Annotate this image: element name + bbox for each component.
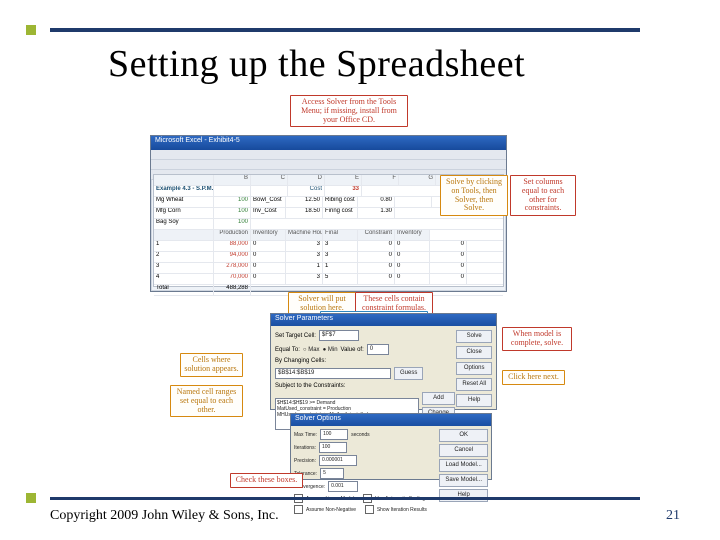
target-label: Set Target Cell: [275, 333, 316, 339]
precision-input[interactable]: 0.000001 [319, 455, 357, 466]
obj-label: Cost [288, 186, 325, 196]
options-body: Max Time:100seconds Iterations:100 Preci… [291, 426, 491, 479]
page-number: 21 [666, 508, 680, 524]
example-label: Example 4.3 - S.P.M. [154, 186, 214, 196]
options-button[interactable]: Options [456, 362, 492, 375]
row-section-hdr: Production Inventory Machine Hours Final… [154, 230, 503, 241]
cancel-button[interactable]: Cancel [439, 444, 488, 457]
max-time-label: Max Time: [294, 432, 317, 438]
accent-square-bottom [26, 493, 36, 503]
target-cell-input[interactable]: $F$7 [319, 330, 359, 341]
opts-help-button[interactable]: Help [439, 489, 488, 502]
slide: Setting up the Spreadsheet Access Solver… [0, 0, 720, 540]
excel-toolbar-1 [151, 160, 506, 170]
changing-label: By Changing Cells: [275, 358, 326, 364]
convergence-input[interactable]: 0.001 [328, 481, 358, 492]
callout-solution-cells: Cells where solution appears. [180, 353, 243, 377]
excel-menubar [151, 150, 506, 160]
value-of-label: Value of: [341, 347, 364, 353]
bottom-rule [50, 497, 640, 500]
max-time-input[interactable]: 100 [320, 429, 348, 440]
col-label: Production [214, 230, 251, 240]
changing-cells-input[interactable]: $B$14:$B$19 [275, 368, 391, 379]
cell: 18.50 [286, 208, 323, 218]
reset-button[interactable]: Reset All [456, 378, 492, 391]
precision-label: Precision: [294, 458, 316, 464]
callout-set-columns: Set columns equal to each other for cons… [510, 175, 576, 216]
row-label: Mg Wheat [154, 197, 214, 207]
excel-titlebar: Microsoft Excel - Exhibit4-5 [151, 136, 506, 150]
chk-nonneg[interactable] [294, 505, 303, 514]
radio-max[interactable]: ○ Max [303, 347, 320, 353]
col-label: Machine Hours [286, 230, 323, 240]
solve-button[interactable]: Solve [456, 330, 492, 343]
row-label: Mfg Corn [154, 208, 214, 218]
iterations-label: Iterations: [294, 445, 316, 451]
ok-button[interactable]: OK [439, 429, 488, 442]
obj-value: 33 [325, 186, 362, 196]
data-row: 1 88,000 0 3 3 0 0 0 [154, 241, 503, 252]
callout-model-complete: When model is complete, solve. [502, 327, 572, 351]
add-button[interactable]: Add [422, 392, 455, 405]
chk-iter[interactable] [365, 505, 374, 514]
row-label: Bag Soy [154, 219, 214, 229]
radio-min[interactable]: ● Min [323, 347, 338, 353]
callout-check-boxes: Check these boxes. [230, 473, 303, 488]
slide-title: Setting up the Spreadsheet [108, 42, 525, 86]
cell: 0.80 [358, 197, 395, 207]
callout-named-ranges: Named cell ranges set equal to each othe… [170, 385, 243, 417]
col-label: Inventory [251, 230, 286, 240]
cell: 1.30 [358, 208, 395, 218]
close-button[interactable]: Close [456, 346, 492, 359]
top-rule [50, 28, 640, 32]
total-label: Total [154, 285, 214, 295]
guess-button[interactable]: Guess [394, 367, 423, 380]
callout-click-next: Click here next. [502, 370, 565, 385]
callout-solve-steps: Solve by clicking on Tools, then Solver,… [440, 175, 508, 216]
col-label: Constraint [358, 230, 395, 240]
help-button[interactable]: Help [456, 394, 492, 407]
callout-access-solver: Access Solver from the Tools Menu; if mi… [290, 95, 408, 127]
cell: 12.50 [286, 197, 323, 207]
value-of-input[interactable]: 0 [367, 344, 389, 355]
iterations-input[interactable]: 100 [319, 442, 347, 453]
options-window: Solver Options Max Time:100seconds Itera… [290, 413, 492, 480]
data-row: 3 278,000 0 1 1 0 0 0 [154, 263, 503, 274]
load-model-button[interactable]: Load Model... [439, 459, 488, 472]
constraints-label: Subject to the Constraints: [275, 383, 345, 389]
solver-body: Set Target Cell: $F$7 Equal To: ○ Max ● … [271, 326, 496, 409]
row-soy: Bag Soy 100 [154, 219, 503, 230]
tolerance-input[interactable]: 5 [320, 468, 344, 479]
data-row: 4 70,000 0 3 5 0 0 0 [154, 274, 503, 285]
copyright-text: Copyright 2009 John Wiley & Sons, Inc. [50, 508, 279, 524]
solver-window: Solver Parameters Set Target Cell: $F$7 … [270, 313, 497, 410]
col-label: Inventory [395, 230, 430, 240]
equal-label: Equal To: [275, 347, 300, 353]
accent-square-top [26, 25, 36, 35]
figure: Access Solver from the Tools Menu; if mi… [140, 95, 570, 485]
data-row: 2 94,000 0 3 3 0 0 0 [154, 252, 503, 263]
total-value: 488,288 [214, 285, 251, 295]
col-label: Final [323, 230, 358, 240]
save-model-button[interactable]: Save Model... [439, 474, 488, 487]
